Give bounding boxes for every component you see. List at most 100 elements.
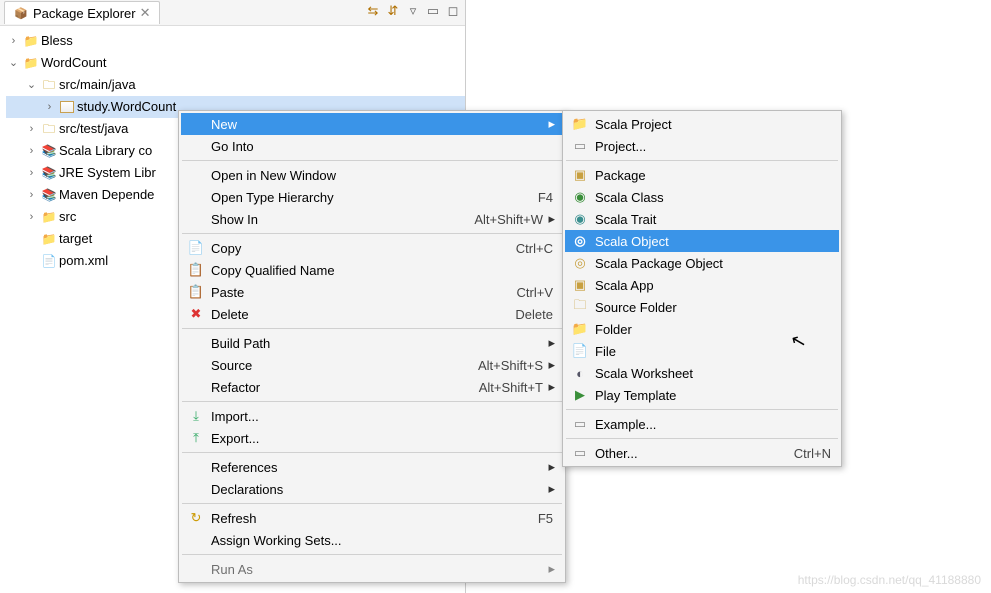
tree-label: JRE System Libr bbox=[59, 162, 156, 184]
menu-item-show-in[interactable]: Show In Alt+Shift+W ▸ bbox=[181, 208, 563, 230]
menu-item-assign-working-sets[interactable]: Assign Working Sets... bbox=[181, 529, 563, 551]
menu-label: Scala Project bbox=[591, 117, 831, 132]
shortcut: Ctrl+V bbox=[517, 285, 555, 300]
tree-item-src-main-java[interactable]: ⌄ 🗀 src/main/java bbox=[6, 74, 465, 96]
submenu-item-package[interactable]: ▣ Package bbox=[565, 164, 839, 186]
library-icon: 📚 bbox=[41, 165, 57, 181]
expand-icon[interactable]: › bbox=[24, 118, 39, 140]
submenu-item-other[interactable]: ▭ Other... Ctrl+N bbox=[565, 442, 839, 464]
tree-item-bless[interactable]: › 📁 Bless bbox=[6, 30, 465, 52]
package-object-icon: ◎ bbox=[569, 255, 591, 271]
submenu-arrow-icon: ▸ bbox=[545, 481, 555, 497]
class-icon: ◉ bbox=[569, 189, 591, 205]
menu-item-build-path[interactable]: Build Path ▸ bbox=[181, 332, 563, 354]
submenu-item-scala-project[interactable]: 📁 Scala Project bbox=[565, 113, 839, 135]
submenu-item-project[interactable]: ▭ Project... bbox=[565, 135, 839, 157]
shortcut: Alt+Shift+W bbox=[474, 212, 545, 227]
menu-item-copy-qualified[interactable]: 📋 Copy Qualified Name bbox=[181, 259, 563, 281]
menu-item-refresh[interactable]: ↻ Refresh F5 bbox=[181, 507, 563, 529]
submenu-item-example[interactable]: ▭ Example... bbox=[565, 413, 839, 435]
expand-icon[interactable]: › bbox=[24, 162, 39, 184]
tree-label: study.WordCount bbox=[77, 96, 176, 118]
submenu-item-scala-worksheet[interactable]: ◐ Scala Worksheet bbox=[565, 362, 839, 384]
expand-icon[interactable]: › bbox=[42, 96, 57, 118]
menu-item-go-into[interactable]: Go Into bbox=[181, 135, 563, 157]
refresh-icon: ↻ bbox=[185, 510, 207, 526]
shortcut: F4 bbox=[538, 190, 555, 205]
link-editor-icon[interactable]: ⇵ bbox=[385, 3, 401, 19]
source-folder-icon: 🗀 bbox=[569, 296, 591, 318]
menu-label: Source bbox=[207, 358, 478, 373]
export-icon: ⤒ bbox=[185, 430, 207, 446]
submenu-item-scala-trait[interactable]: ◉ Scala Trait bbox=[565, 208, 839, 230]
menu-item-source[interactable]: Source Alt+Shift+S ▸ bbox=[181, 354, 563, 376]
expand-icon[interactable]: › bbox=[6, 30, 21, 52]
menu-label: Open in New Window bbox=[207, 168, 555, 183]
package-explorer-tab[interactable]: 📦 Package Explorer ✕ bbox=[4, 1, 160, 24]
menu-label: Paste bbox=[207, 285, 517, 300]
menu-item-declarations[interactable]: Declarations ▸ bbox=[181, 478, 563, 500]
menu-item-open-type-hierarchy[interactable]: Open Type Hierarchy F4 bbox=[181, 186, 563, 208]
pin-icon: ✕ bbox=[140, 5, 151, 21]
expand-icon[interactable]: › bbox=[24, 184, 39, 206]
menu-item-open-new-window[interactable]: Open in New Window bbox=[181, 164, 563, 186]
menu-item-paste[interactable]: 📋 Paste Ctrl+V bbox=[181, 281, 563, 303]
tree-label: Scala Library co bbox=[59, 140, 152, 162]
tree-item-wordcount[interactable]: ⌄ 📁 WordCount bbox=[6, 52, 465, 74]
app-icon: ▣ bbox=[569, 277, 591, 293]
menu-label: Copy Qualified Name bbox=[207, 263, 555, 278]
submenu-item-scala-app[interactable]: ▣ Scala App bbox=[565, 274, 839, 296]
collapse-icon[interactable]: ⌄ bbox=[6, 52, 21, 74]
menu-label: Declarations bbox=[207, 482, 545, 497]
menu-item-new[interactable]: New ▸ bbox=[181, 113, 563, 135]
source-folder-icon: 🗀 bbox=[41, 77, 57, 93]
tree-label: src bbox=[59, 206, 76, 228]
worksheet-icon: ◐ bbox=[569, 366, 591, 381]
collapse-all-icon[interactable]: ⇆ bbox=[365, 3, 381, 19]
menu-item-delete[interactable]: ✖ Delete Delete bbox=[181, 303, 563, 325]
tree-label: target bbox=[59, 228, 92, 250]
scala-project-icon: 📁 bbox=[569, 116, 591, 132]
menu-label: Other... bbox=[591, 446, 794, 461]
menu-label: Assign Working Sets... bbox=[207, 533, 555, 548]
maximize-icon[interactable]: ◻ bbox=[445, 3, 461, 19]
view-menu-icon[interactable]: ▿ bbox=[405, 3, 421, 19]
menu-label: Export... bbox=[207, 431, 555, 446]
tree-label: src/main/java bbox=[59, 74, 136, 96]
shortcut: Delete bbox=[515, 307, 555, 322]
menu-item-refactor[interactable]: Refactor Alt+Shift+T ▸ bbox=[181, 376, 563, 398]
submenu-arrow-icon: ▸ bbox=[545, 335, 555, 351]
submenu-item-play-template[interactable]: ▶ Play Template bbox=[565, 384, 839, 406]
submenu-item-source-folder[interactable]: 🗀 Source Folder bbox=[565, 296, 839, 318]
new-submenu: 📁 Scala Project ▭ Project... ▣ Package ◉… bbox=[562, 110, 842, 467]
menu-label: Import... bbox=[207, 409, 555, 424]
menu-separator bbox=[182, 233, 562, 234]
folder-icon: 📁 bbox=[41, 209, 57, 225]
package-icon bbox=[59, 99, 75, 115]
menu-label: Build Path bbox=[207, 336, 545, 351]
menu-separator bbox=[182, 503, 562, 504]
menu-label: Scala Object bbox=[591, 234, 831, 249]
expand-icon[interactable]: › bbox=[24, 140, 39, 162]
menu-label: Scala Class bbox=[591, 190, 831, 205]
submenu-item-scala-package-object[interactable]: ◎ Scala Package Object bbox=[565, 252, 839, 274]
expand-icon[interactable]: › bbox=[24, 206, 39, 228]
submenu-item-scala-object[interactable]: ◎ Scala Object bbox=[565, 230, 839, 252]
menu-item-run-as[interactable]: Run As ▸ bbox=[181, 558, 563, 580]
menu-item-copy[interactable]: 📄 Copy Ctrl+C bbox=[181, 237, 563, 259]
menu-item-references[interactable]: References ▸ bbox=[181, 456, 563, 478]
menu-label: Copy bbox=[207, 241, 516, 256]
submenu-item-scala-class[interactable]: ◉ Scala Class bbox=[565, 186, 839, 208]
menu-label: Project... bbox=[591, 139, 831, 154]
collapse-icon[interactable]: ⌄ bbox=[24, 74, 39, 96]
submenu-arrow-icon: ▸ bbox=[545, 459, 555, 475]
menu-separator bbox=[182, 401, 562, 402]
shortcut: F5 bbox=[538, 511, 555, 526]
example-icon: ▭ bbox=[569, 416, 591, 432]
menu-item-import[interactable]: ⤓ Import... bbox=[181, 405, 563, 427]
minimize-icon[interactable]: ▭ bbox=[425, 3, 441, 19]
shortcut: Ctrl+C bbox=[516, 241, 555, 256]
menu-separator bbox=[182, 160, 562, 161]
menu-item-export[interactable]: ⤒ Export... bbox=[181, 427, 563, 449]
menu-label: Scala Package Object bbox=[591, 256, 831, 271]
